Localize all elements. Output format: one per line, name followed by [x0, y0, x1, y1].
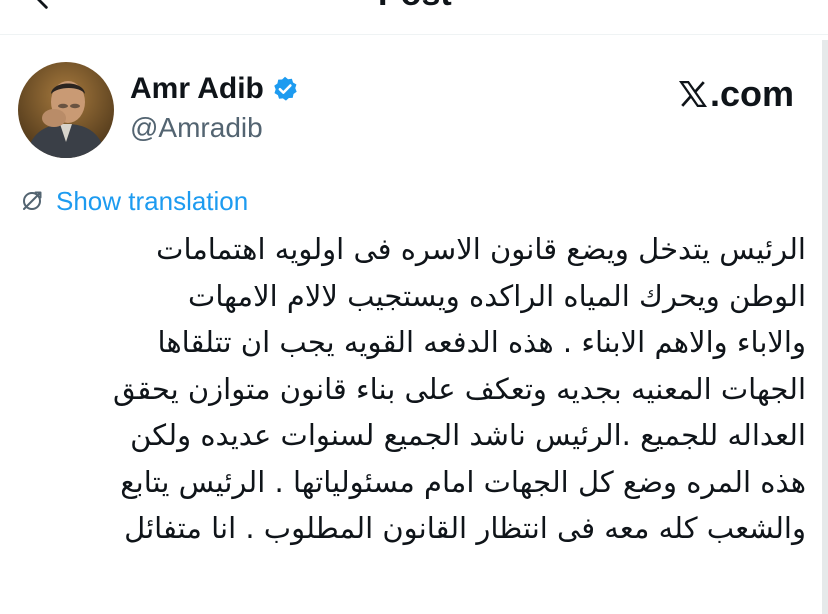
- scrollbar[interactable]: [822, 40, 828, 614]
- tweet-line: الوطن ويحرك المياه الراكده ويستجيب لالام…: [188, 278, 806, 313]
- post-header: Post: [0, 0, 828, 14]
- tweet-line: هذه المره وضع كل الجهات امام مسئولياتها …: [120, 464, 806, 499]
- avatar[interactable]: [18, 62, 114, 158]
- tweet-line: الرئيس يتدخل ويضع قانون الاسره فى اولويه…: [156, 232, 806, 266]
- brand-text: .com: [709, 73, 794, 114]
- tweet-line: العداله للجميع .الرئيس ناشد الجميع لسنوا…: [130, 418, 806, 452]
- verified-badge-icon: [274, 76, 297, 101]
- author-handle[interactable]: @Amradib: [130, 110, 263, 146]
- tweet-line: والشعب كله معه فى انتظار القانون المطلوب…: [124, 511, 806, 545]
- x-logo-icon: [678, 81, 708, 107]
- tweet-line: الجهات المعنيه بجديه وتعكف على بناء قانو…: [113, 371, 806, 406]
- page-title: Post: [378, 0, 452, 14]
- header-divider: [0, 34, 828, 35]
- show-translation-link[interactable]: Show translation: [20, 184, 248, 218]
- site-brand[interactable]: .com: [678, 72, 794, 116]
- author-name[interactable]: Amr Adib: [130, 70, 264, 108]
- post-page: Post Amr Adib: [0, 0, 828, 614]
- tweet-line: والاباء والاهم الابناء . هذه الدفعه القو…: [157, 325, 806, 359]
- show-translation-label[interactable]: Show translation: [56, 184, 248, 218]
- back-arrow-icon[interactable]: [30, 0, 58, 12]
- tweet-text: الرئيس يتدخل ويضع قانون الاسره فى اولويه…: [20, 226, 806, 552]
- author-name-row[interactable]: Amr Adib: [130, 70, 299, 108]
- translate-icon: [23, 191, 42, 210]
